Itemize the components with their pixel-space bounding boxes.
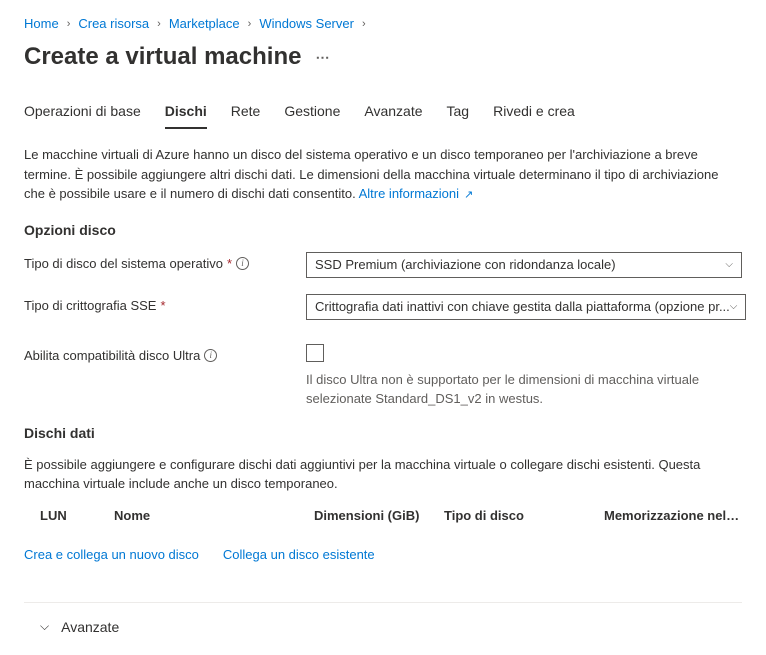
chevron-down-icon: ⌵ [730, 301, 738, 312]
ultra-disk-label: Abilita compatibilità disco Ultra i [24, 344, 306, 363]
chevron-down-icon: ⌵ [725, 259, 733, 270]
chevron-down-icon: ⌵ [40, 619, 49, 634]
info-icon[interactable]: i [204, 349, 217, 362]
breadcrumb-windows-server[interactable]: Windows Server [259, 16, 354, 31]
breadcrumb: Home › Crea risorsa › Marketplace › Wind… [24, 16, 742, 31]
chevron-right-icon: › [67, 18, 71, 30]
section-heading-disk-options: Opzioni disco [24, 222, 742, 238]
tab-operazioni-di-base[interactable]: Operazioni di base [24, 95, 141, 129]
os-disk-type-select[interactable]: SSD Premium (archiviazione con ridondanz… [306, 252, 742, 278]
chevron-right-icon: › [248, 18, 252, 30]
breadcrumb-marketplace[interactable]: Marketplace [169, 16, 240, 31]
chevron-right-icon: › [157, 18, 161, 30]
ultra-disk-hint: Il disco Ultra non è supportato per le d… [306, 370, 742, 409]
divider [24, 602, 742, 603]
tab-avanzate[interactable]: Avanzate [364, 95, 422, 129]
breadcrumb-home[interactable]: Home [24, 16, 59, 31]
info-icon[interactable]: i [236, 257, 249, 270]
tab-description: Le macchine virtuali di Azure hanno un d… [24, 145, 742, 204]
tab-dischi[interactable]: Dischi [165, 95, 207, 129]
tabs: Operazioni di base Dischi Rete Gestione … [24, 95, 742, 129]
advanced-expander[interactable]: ⌵ Avanzate [24, 615, 742, 639]
data-disks-table-header: LUN Nome Dimensioni (GiB) Tipo di disco … [24, 500, 742, 531]
encryption-type-label: Tipo di crittografia SSE * [24, 294, 306, 313]
encryption-type-select[interactable]: Crittografia dati inattivi con chiave ge… [306, 294, 746, 320]
tab-rete[interactable]: Rete [231, 95, 261, 129]
os-disk-type-label: Tipo di disco del sistema operativo * i [24, 252, 306, 271]
create-attach-disk-link[interactable]: Crea e collega un nuovo disco [24, 547, 199, 562]
col-lun: LUN [24, 508, 114, 523]
page-title: Create a virtual machine ⋯ [24, 43, 742, 71]
tab-rivedi-e-crea[interactable]: Rivedi e crea [493, 95, 575, 129]
tab-tag[interactable]: Tag [447, 95, 470, 129]
data-disks-description: È possibile aggiungere e configurare dis… [24, 455, 742, 494]
col-tipo-disco: Tipo di disco [444, 508, 604, 523]
col-dimensioni: Dimensioni (GiB) [314, 508, 444, 523]
more-actions-icon[interactable]: ⋯ [315, 49, 331, 66]
section-heading-data-disks: Dischi dati [24, 425, 742, 441]
attach-existing-disk-link[interactable]: Collega un disco esistente [223, 547, 375, 562]
more-info-link[interactable]: Altre informazioni ↗ [359, 186, 474, 201]
col-nome: Nome [114, 508, 314, 523]
ultra-disk-checkbox[interactable] [306, 344, 324, 362]
col-memorizzazione: Memorizzazione nella cache de... [604, 508, 742, 523]
tab-gestione[interactable]: Gestione [284, 95, 340, 129]
external-link-icon: ↗ [461, 189, 473, 201]
chevron-right-icon: › [362, 18, 366, 30]
breadcrumb-crea-risorsa[interactable]: Crea risorsa [78, 16, 149, 31]
